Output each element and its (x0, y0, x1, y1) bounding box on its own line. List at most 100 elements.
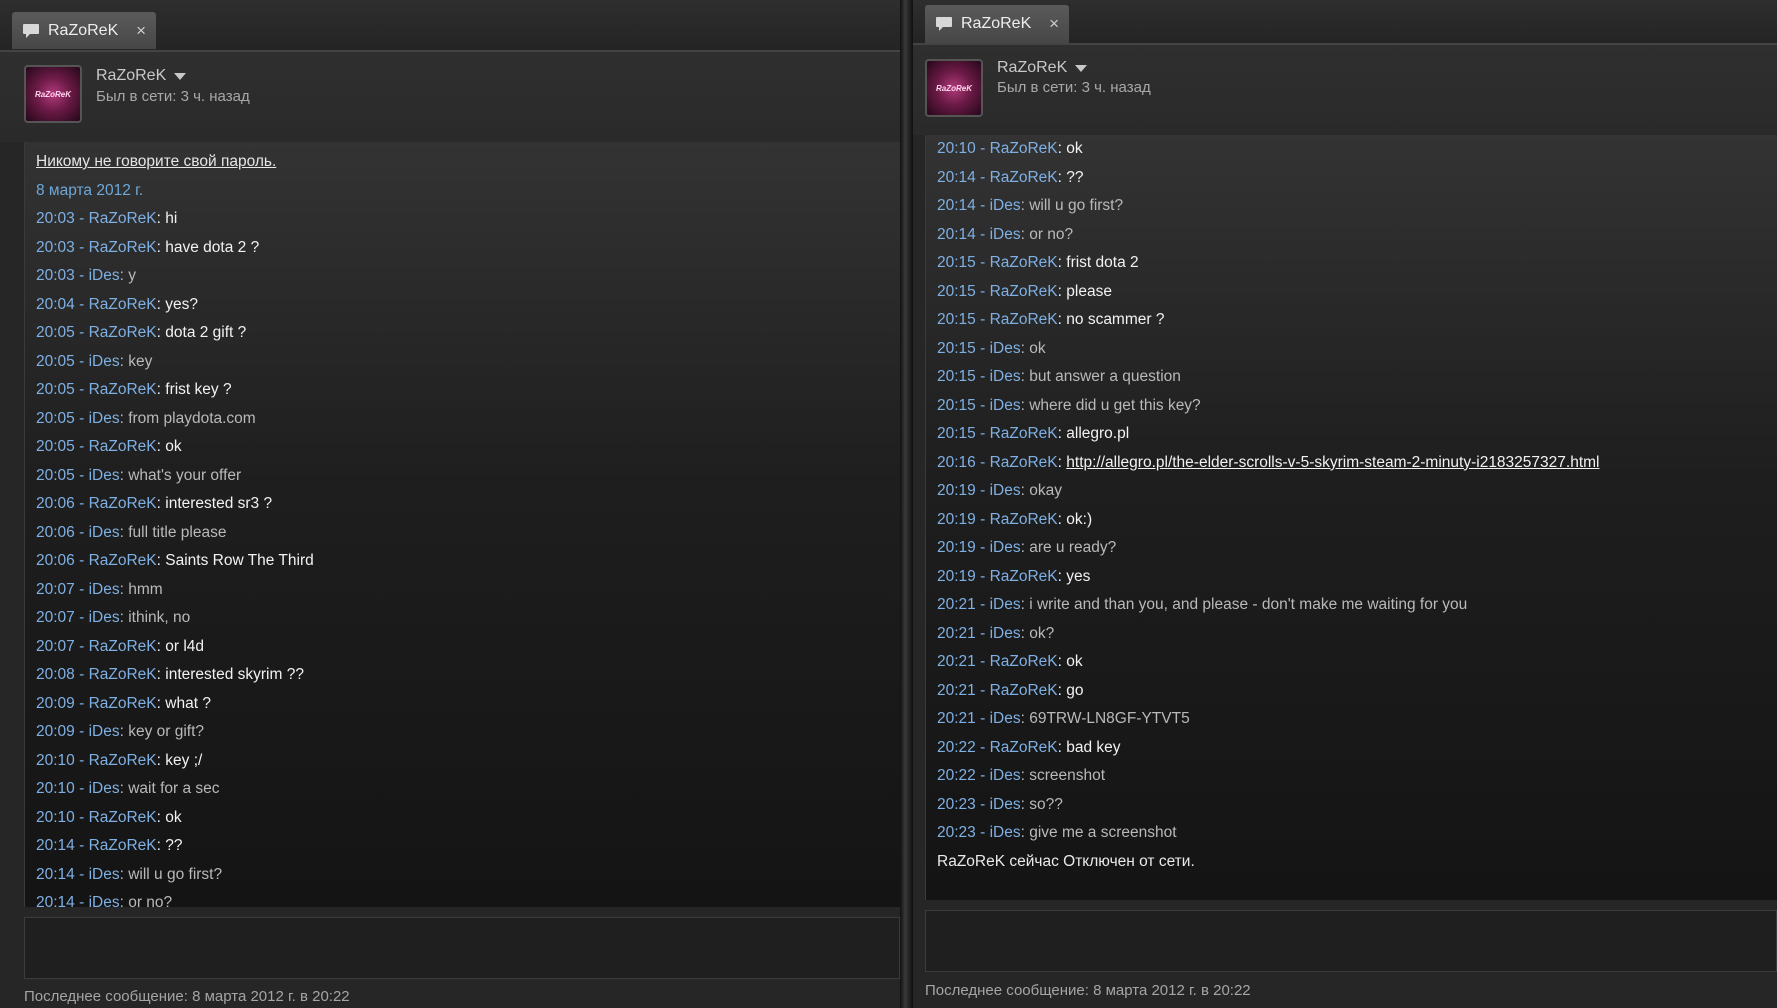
message-sender[interactable]: iDes (990, 197, 1021, 214)
message-time: 20:14 (36, 865, 75, 883)
message-colon: : (119, 580, 129, 598)
message-sender[interactable]: RaZoReK (990, 568, 1058, 585)
message-separator: - (74, 381, 89, 398)
chat-log[interactable]: 20:10 - RaZoReK: ok 20:14 - RaZoReK: ?? 20… (925, 135, 1777, 900)
message-sender[interactable]: RaZoReK (89, 495, 157, 512)
message-colon: : (119, 780, 129, 797)
message-sender[interactable]: RaZoReK (89, 809, 157, 826)
message-link[interactable]: http://allegro.pl/the-elder-scrolls-v-5-… (1066, 454, 1599, 471)
message-sender[interactable]: RaZoReK (89, 324, 157, 341)
friend-name[interactable]: RaZoReK (96, 67, 187, 85)
message-input[interactable] (925, 910, 1777, 972)
message-sender[interactable]: RaZoReK (89, 666, 157, 683)
avatar[interactable]: RaZoReK (24, 65, 82, 123)
message-colon: : (156, 238, 166, 256)
message-sender[interactable]: RaZoReK (89, 381, 157, 398)
message-sender[interactable]: RaZoReK (990, 682, 1058, 699)
message-sender[interactable]: RaZoReK (990, 425, 1058, 442)
message-sender[interactable]: iDes (89, 410, 120, 427)
message-sender[interactable]: RaZoReK (89, 752, 157, 769)
message-sender[interactable]: RaZoReK (89, 695, 157, 712)
chevron-down-icon[interactable] (1075, 64, 1088, 72)
message-separator: - (975, 510, 990, 528)
message-sender[interactable]: iDes (990, 596, 1021, 613)
message-sender[interactable]: RaZoReK (89, 296, 157, 313)
password-warning-link[interactable]: Никому не говорите свой пароль. (36, 148, 900, 177)
message-text: i write and than you, and please - don't… (1029, 596, 1468, 613)
message-text: are u ready? (1029, 539, 1117, 556)
message-text: but answer a question (1029, 368, 1181, 385)
chat-log[interactable]: Никому не говорите свой пароль. 8 марта … (24, 142, 900, 907)
chat-message: 20:06 - iDes: full title please (36, 519, 900, 548)
message-sender[interactable]: iDes (89, 524, 120, 541)
message-sender[interactable]: iDes (990, 482, 1021, 499)
message-sender[interactable]: RaZoReK (89, 239, 157, 256)
chevron-down-icon[interactable] (174, 72, 187, 80)
message-sender[interactable]: iDes (990, 796, 1021, 813)
message-separator: - (74, 609, 89, 626)
friend-name[interactable]: RaZoReK (997, 59, 1088, 77)
message-separator: - (74, 751, 89, 769)
message-sender[interactable]: RaZoReK (990, 511, 1058, 528)
message-sender[interactable]: RaZoReK (990, 283, 1058, 300)
message-sender[interactable]: iDes (990, 824, 1021, 841)
message-sender[interactable]: RaZoReK (990, 254, 1058, 271)
chat-message: 20:22 - RaZoReK: bad key (937, 734, 1777, 763)
friend-name-label: RaZoReK (96, 67, 167, 84)
message-sender[interactable]: RaZoReK (990, 311, 1058, 328)
message-text: ok (165, 438, 182, 455)
chat-message: 20:05 - RaZoReK: ok (36, 433, 900, 462)
message-text: interested skyrim ?? (165, 666, 304, 683)
message-time: 20:06 (36, 495, 75, 512)
close-tab-icon[interactable]: × (136, 21, 146, 41)
message-sender[interactable]: RaZoReK (990, 653, 1058, 670)
chat-tab[interactable]: RaZoReK × (925, 5, 1069, 43)
message-sender[interactable]: iDes (89, 467, 120, 484)
message-colon: : (1057, 567, 1067, 585)
message-sender[interactable]: iDes (89, 780, 120, 797)
message-sender[interactable]: RaZoReK (990, 140, 1058, 157)
message-time: 20:15 (937, 254, 976, 271)
message-sender[interactable]: iDes (89, 894, 120, 907)
message-sender[interactable]: iDes (990, 710, 1021, 727)
message-sender[interactable]: iDes (89, 609, 120, 626)
message-input[interactable] (24, 917, 900, 979)
message-sender[interactable]: RaZoReK (89, 837, 157, 854)
message-sender[interactable]: RaZoReK (89, 638, 157, 655)
message-sender[interactable]: RaZoReK (89, 552, 157, 569)
chat-message: 20:15 - RaZoReK: no scammer ? (937, 306, 1777, 335)
chat-tab[interactable]: RaZoReK × (12, 12, 156, 49)
close-tab-icon[interactable]: × (1049, 14, 1059, 34)
message-colon: : (1057, 168, 1067, 186)
message-sender[interactable]: iDes (990, 226, 1021, 243)
message-text: screenshot (1029, 767, 1106, 784)
message-separator: - (975, 624, 990, 642)
chat-message: 20:06 - RaZoReK: interested sr3 ? (36, 490, 900, 519)
message-colon: : (156, 552, 166, 569)
message-sender[interactable]: RaZoReK (990, 454, 1058, 471)
message-text: no scammer ? (1066, 311, 1165, 328)
message-sender[interactable]: iDes (89, 581, 120, 598)
message-sender[interactable]: iDes (89, 353, 120, 370)
message-sender[interactable]: RaZoReK (990, 169, 1058, 186)
message-sender[interactable]: iDes (990, 397, 1021, 414)
message-sender[interactable]: RaZoReK (89, 438, 157, 455)
message-sender[interactable]: iDes (89, 866, 120, 883)
message-separator: - (975, 339, 990, 357)
message-sender[interactable]: iDes (990, 539, 1021, 556)
message-sender[interactable]: iDes (89, 267, 120, 284)
message-sender[interactable]: RaZoReK (990, 739, 1058, 756)
message-text: ok (1066, 140, 1083, 157)
message-text: Saints Row The Third (165, 552, 314, 569)
message-sender[interactable]: iDes (89, 723, 120, 740)
message-separator: - (975, 767, 990, 784)
message-sender[interactable]: iDes (990, 767, 1021, 784)
message-sender[interactable]: iDes (990, 368, 1021, 385)
message-sender[interactable]: RaZoReK (89, 210, 157, 227)
message-sender[interactable]: iDes (990, 625, 1021, 642)
message-sender[interactable]: iDes (990, 340, 1021, 357)
message-colon: : (119, 352, 129, 370)
chat-message: 20:04 - RaZoReK: yes? (36, 291, 900, 320)
avatar[interactable]: RaZoReK (925, 59, 983, 117)
message-colon: : (1020, 225, 1030, 243)
